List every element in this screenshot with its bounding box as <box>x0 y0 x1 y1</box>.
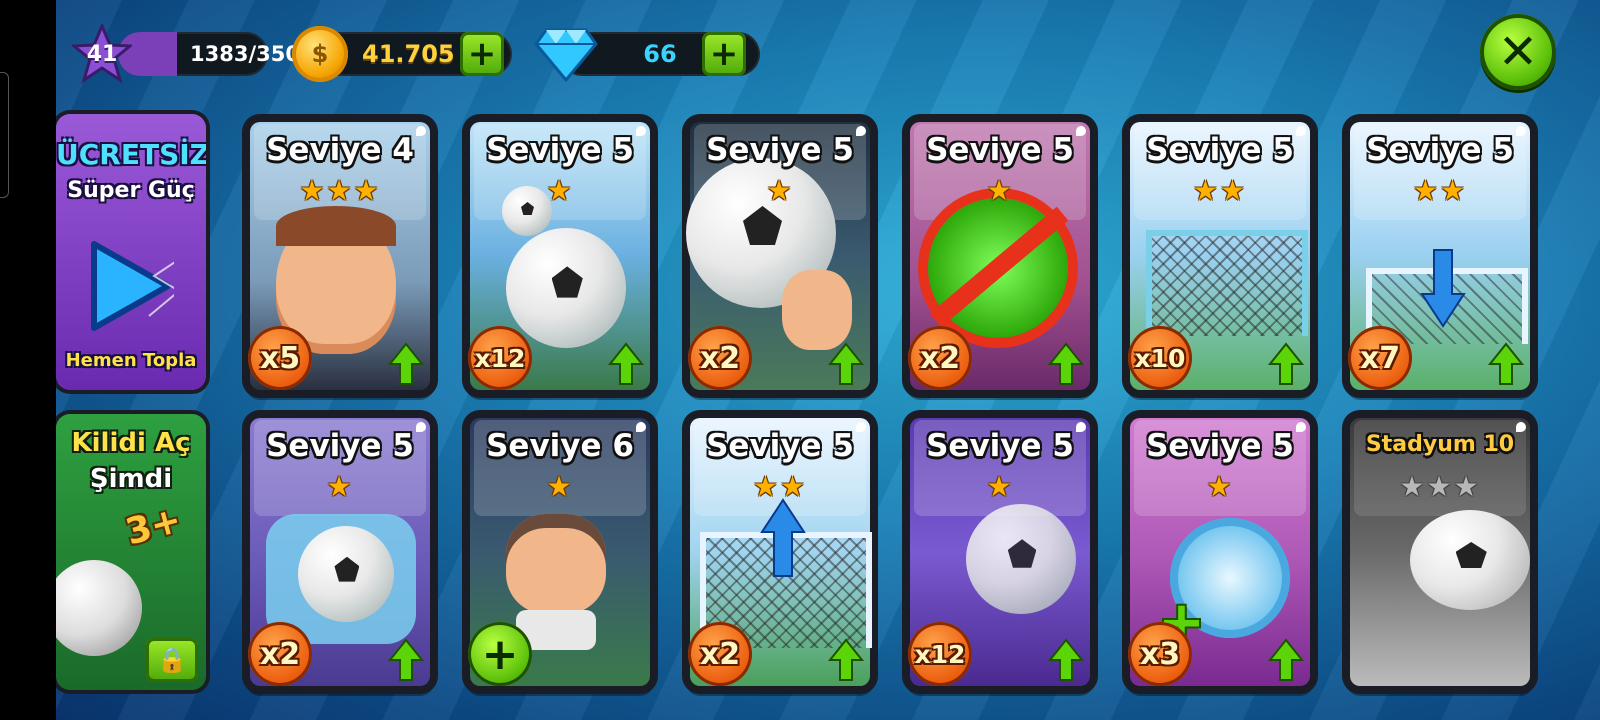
card-stars: ★★ <box>1192 174 1248 207</box>
card-row1-1[interactable]: Seviye 4 ★★★ x5 <box>246 118 434 394</box>
upgrade-arrow-icon <box>828 638 864 681</box>
player-head-image <box>506 514 606 614</box>
card-title: Seviye 5 <box>706 132 854 168</box>
gem-count: 66 <box>643 40 677 68</box>
card-stars: ★ <box>986 470 1014 503</box>
card-stars: ★ <box>546 174 574 207</box>
upgrade-arrow-icon <box>1048 638 1084 681</box>
card-stars: ★★ <box>1412 174 1468 207</box>
card-row1-5[interactable]: Seviye 5 ★★ x10 <box>1126 118 1314 394</box>
up-arrow-icon <box>760 498 806 577</box>
play-video-icon <box>91 241 174 331</box>
ball-image <box>298 526 394 622</box>
side-edge-tab <box>0 72 9 198</box>
card-stars: ★★★ <box>299 174 381 207</box>
card-row2-1[interactable]: Seviye 5 ★ x2 <box>246 414 434 690</box>
gem-icon <box>534 28 598 82</box>
level-star-icon: 41 <box>72 24 132 84</box>
coin-count: 41.705 <box>362 40 455 68</box>
ball-image <box>506 228 626 348</box>
upgrade-arrow-icon <box>608 342 644 385</box>
upgrade-arrow-icon <box>1268 638 1304 681</box>
card-stars: ★★★ <box>1399 470 1481 503</box>
card-row2-4[interactable]: Seviye 5 ★ x12 <box>906 414 1094 690</box>
card-stars: ★★ <box>752 470 808 503</box>
add-coins-button[interactable]: + <box>460 32 504 76</box>
card-title: Stadyum 10 <box>1365 432 1515 457</box>
card-multiplier: x2 <box>688 622 752 686</box>
card-row2-5[interactable]: + Seviye 5 ★ x3 <box>1126 414 1314 690</box>
card-multiplier: x7 <box>1348 326 1412 390</box>
card-stars: ★ <box>546 470 574 503</box>
card-title: Seviye 5 <box>1146 132 1294 168</box>
free-powerup-card[interactable]: ÜCRETSİZ Süper Güç Hemen Topla <box>56 114 206 390</box>
card-row1-4[interactable]: Seviye 5 ★ x2 <box>906 118 1094 394</box>
card-row2-2[interactable]: Seviye 6 ★ + <box>466 414 654 690</box>
card-row1-3[interactable]: Seviye 5 ★ x2 <box>686 118 874 394</box>
unlock-player-button[interactable]: + <box>468 622 532 686</box>
card-title: Seviye 5 <box>1366 132 1514 168</box>
upgrade-arrow-icon <box>1048 342 1084 385</box>
upgrade-arrow-icon <box>388 342 424 385</box>
card-title: Seviye 5 <box>1146 428 1294 464</box>
card-multiplier: x12 <box>908 622 972 686</box>
unlock-label: Kilidi Aç <box>71 428 191 458</box>
player-hair-image <box>276 206 396 246</box>
player-head-image <box>782 270 852 350</box>
card-title: Seviye 5 <box>926 132 1074 168</box>
ball-image <box>56 560 142 656</box>
close-button[interactable]: ✕ <box>1480 14 1556 90</box>
upgrade-arrow-icon <box>828 342 864 385</box>
card-title: Seviye 6 <box>486 428 634 464</box>
now-label: Şimdi <box>89 464 173 494</box>
down-arrow-icon <box>1420 249 1466 328</box>
super-power-label: Süper Güç <box>67 178 195 203</box>
card-stars: ★ <box>326 470 354 503</box>
card-multiplier: x2 <box>248 622 312 686</box>
upgrade-arrow-icon <box>1268 342 1304 385</box>
game-screen: 1383/3500 41 41.705 $ + 66 + ✕ ÜCRETSİZ … <box>56 0 1600 720</box>
card-row2-3[interactable]: Seviye 5 ★★ x2 <box>686 414 874 690</box>
card-multiplier: x2 <box>908 326 972 390</box>
unlock-card[interactable]: Kilidi Aç Şimdi 3+ 🔒 <box>56 414 206 690</box>
card-title: Seviye 5 <box>706 428 854 464</box>
level-number: 41 <box>86 41 118 67</box>
card-title: Seviye 5 <box>926 428 1074 464</box>
card-row2-6[interactable]: Stadyum 10 ★★★ <box>1346 414 1534 690</box>
free-label: ÜCRETSİZ <box>56 138 206 171</box>
card-multiplier: x3 <box>1128 622 1192 686</box>
count-badge: 3+ <box>121 499 186 554</box>
collect-now-label: Hemen Topla <box>65 350 197 371</box>
lock-icon[interactable]: 🔒 <box>146 638 198 682</box>
add-gems-button[interactable]: + <box>702 32 746 76</box>
xp-bar: 1383/3500 <box>118 32 315 76</box>
card-stars: ★ <box>1206 470 1234 503</box>
card-multiplier: x10 <box>1128 326 1192 390</box>
upgrade-arrow-icon <box>1488 342 1524 385</box>
ball-image <box>966 504 1076 614</box>
upgrade-arrow-icon <box>388 638 424 681</box>
ball-image <box>1410 510 1530 610</box>
card-stars: ★ <box>986 174 1014 207</box>
goal-icon <box>1146 230 1308 336</box>
card-multiplier: x12 <box>468 326 532 390</box>
card-row1-2[interactable]: Seviye 5 ★ x12 <box>466 118 654 394</box>
card-multiplier: x5 <box>248 326 312 390</box>
card-title: Seviye 5 <box>266 428 414 464</box>
card-title: Seviye 4 <box>266 132 414 168</box>
card-title: Seviye 5 <box>486 132 634 168</box>
card-multiplier: x2 <box>688 326 752 390</box>
card-stars: ★ <box>766 174 794 207</box>
card-row1-6[interactable]: Seviye 5 ★★ x7 <box>1346 118 1534 394</box>
coin-icon: $ <box>292 26 348 82</box>
